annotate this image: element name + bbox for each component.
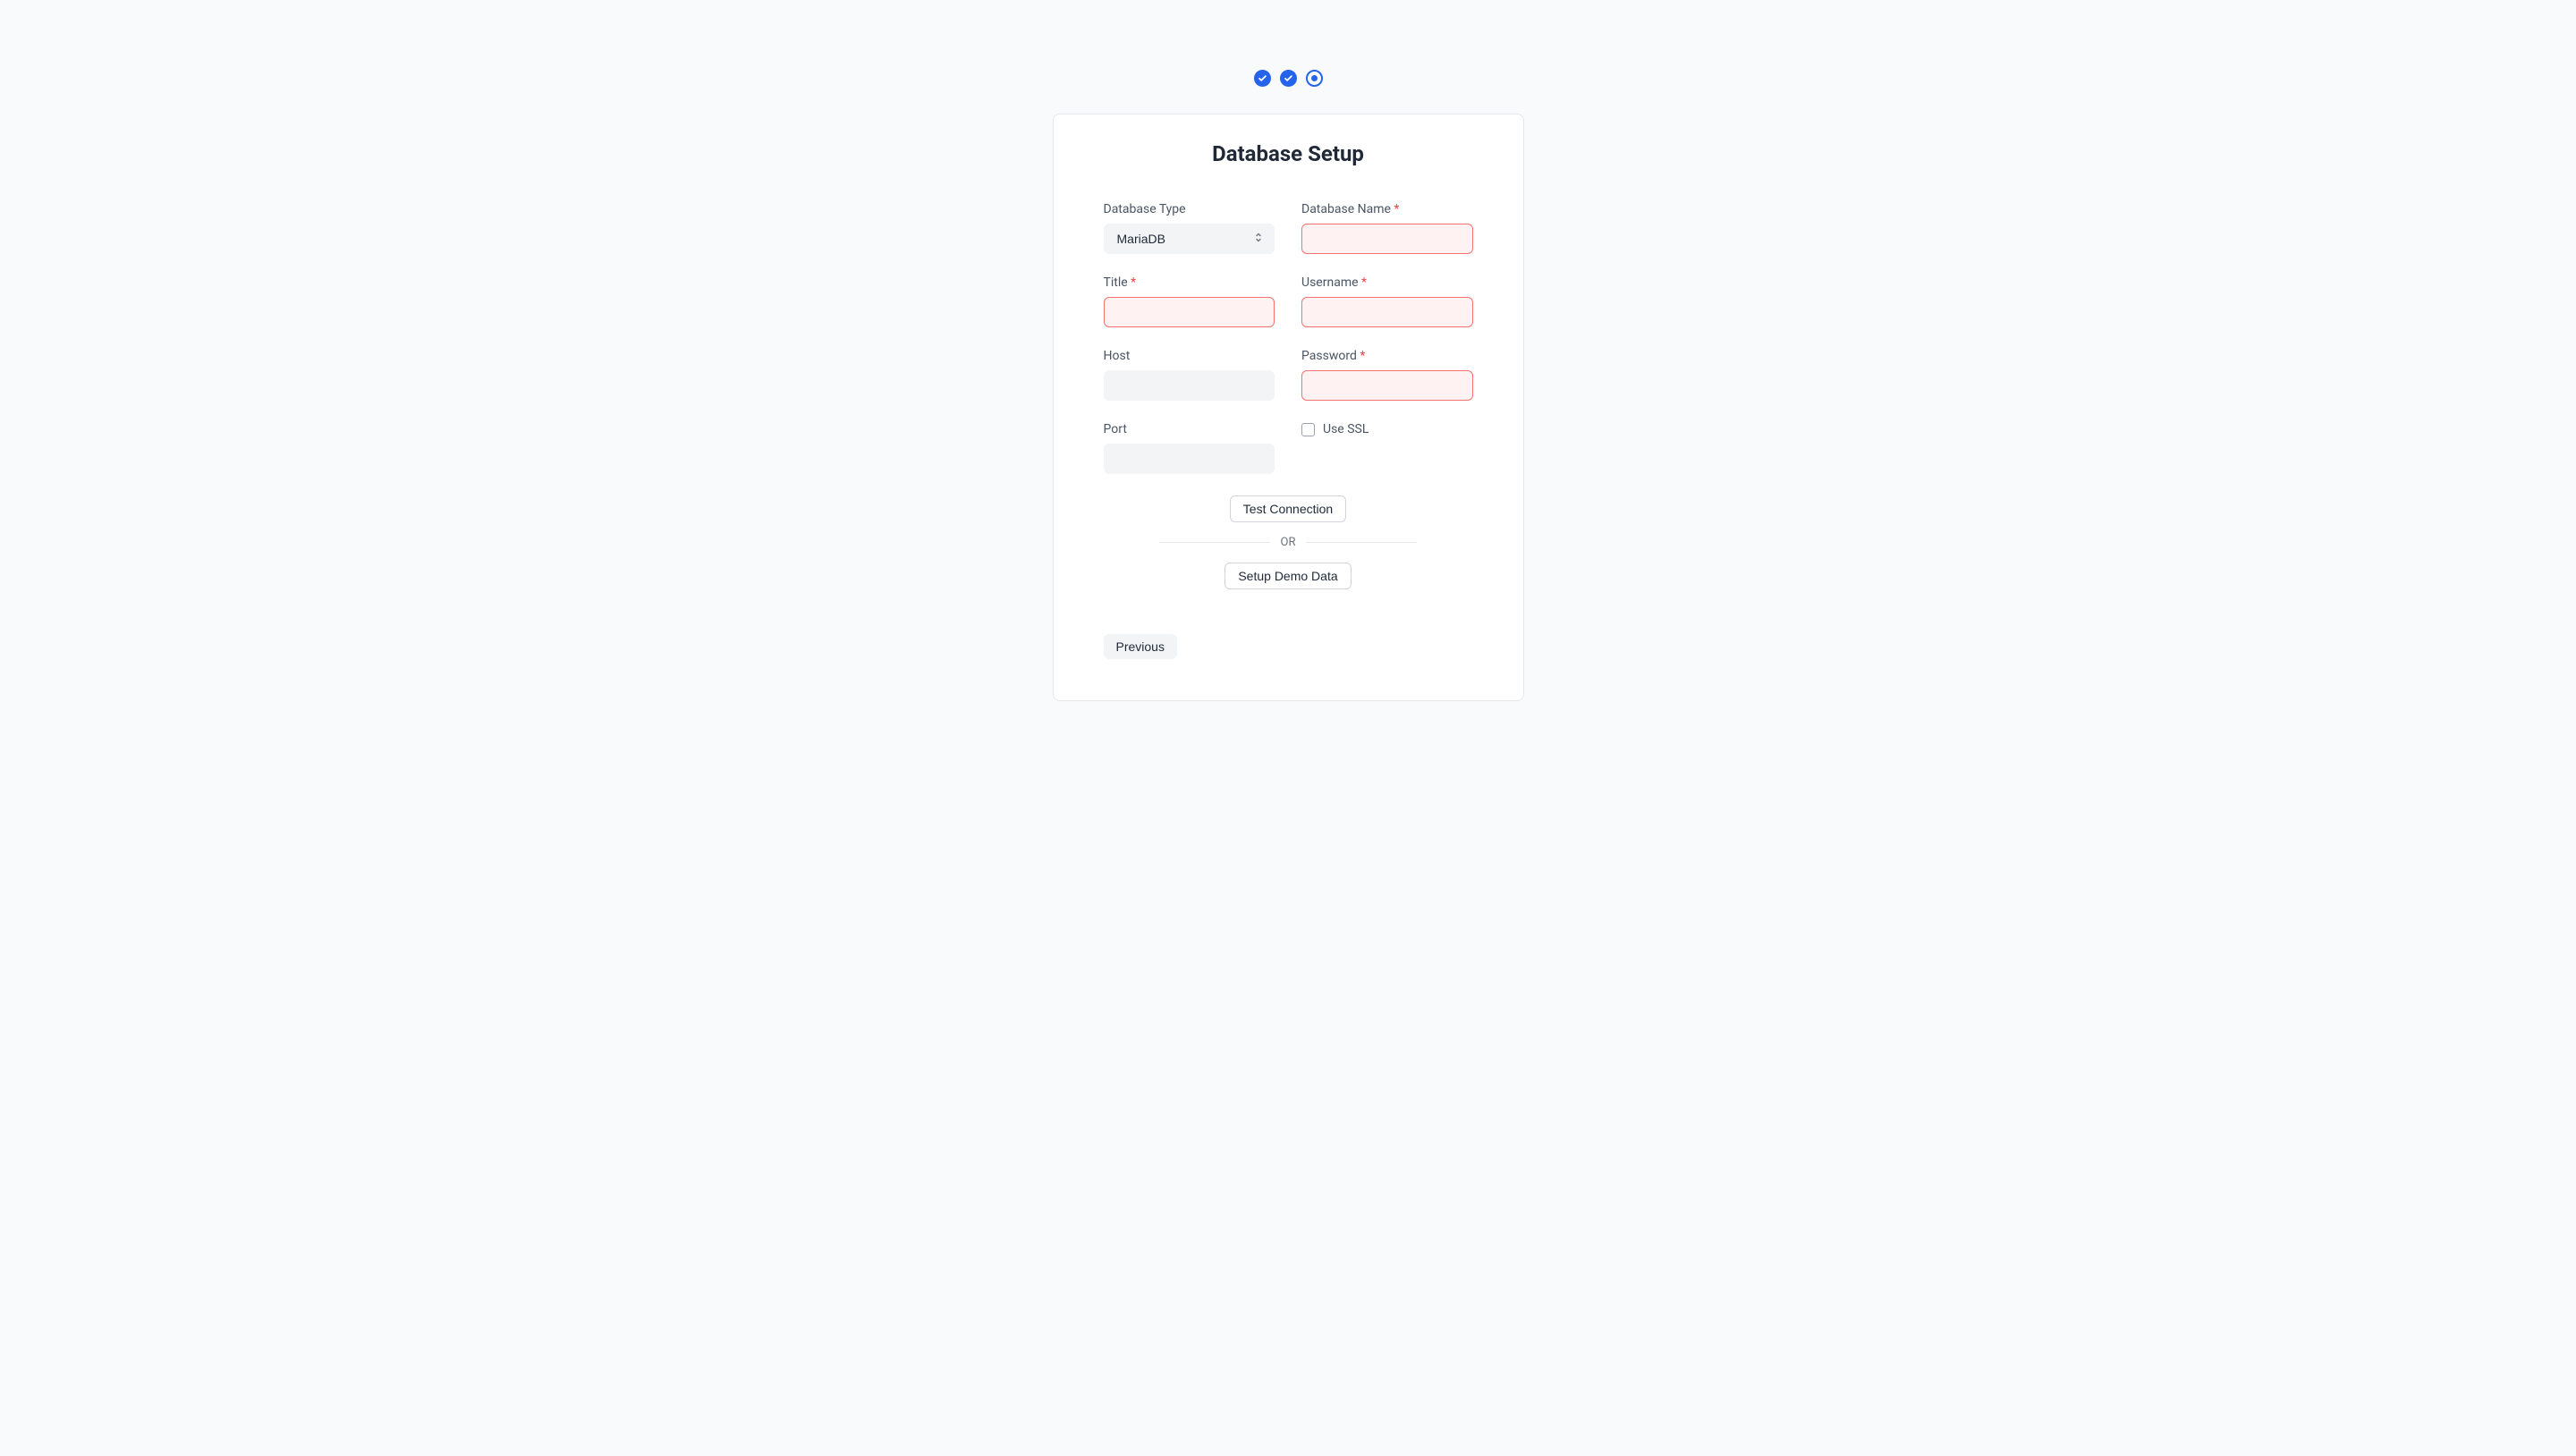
db-name-label: Database Name * — [1301, 202, 1473, 216]
step-3-current-icon — [1306, 70, 1323, 87]
db-type-label: Database Type — [1104, 202, 1275, 216]
ssl-label: Use SSL — [1323, 422, 1368, 436]
port-label: Port — [1104, 422, 1275, 436]
test-connection-button[interactable]: Test Connection — [1230, 495, 1346, 522]
password-label: Password * — [1301, 349, 1473, 363]
db-type-select[interactable]: MariaDB — [1104, 224, 1275, 254]
username-label: Username * — [1301, 275, 1473, 290]
previous-button[interactable]: Previous — [1104, 634, 1177, 659]
db-name-input[interactable] — [1301, 224, 1473, 254]
username-input[interactable] — [1301, 297, 1473, 327]
page-title: Database Setup — [1104, 141, 1473, 166]
divider: OR — [1159, 536, 1417, 549]
port-input[interactable] — [1104, 444, 1275, 474]
host-input[interactable] — [1104, 370, 1275, 401]
title-input[interactable] — [1104, 297, 1275, 327]
stepper — [835, 70, 1741, 87]
step-1-done-icon — [1254, 70, 1271, 87]
password-input[interactable] — [1301, 370, 1473, 401]
ssl-checkbox[interactable] — [1301, 423, 1315, 436]
step-2-done-icon — [1280, 70, 1297, 87]
host-label: Host — [1104, 349, 1275, 363]
setup-demo-button[interactable]: Setup Demo Data — [1224, 563, 1351, 589]
title-label: Title * — [1104, 275, 1275, 290]
setup-card: Database Setup Database Type MariaDB — [1053, 114, 1524, 701]
